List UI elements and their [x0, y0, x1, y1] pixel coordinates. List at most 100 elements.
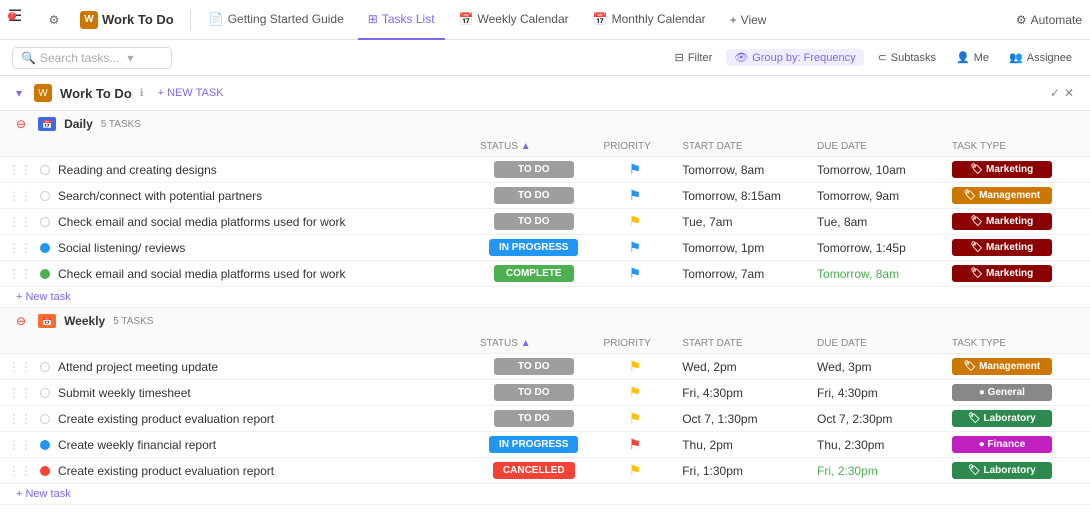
table-row[interactable]: ⋮⋮ Reading and creating designs TO DO ⚑ … [0, 157, 1090, 183]
table-row[interactable]: ⋮⋮ Search/connect with potential partner… [0, 183, 1090, 209]
status-cell[interactable]: TO DO [472, 406, 596, 432]
tab-getting-started[interactable]: 📄 Getting Started Guide [199, 0, 354, 40]
tab-tasks-list[interactable]: ⊞ Tasks List [358, 0, 445, 40]
workspace-title: W Work To Do [72, 11, 182, 29]
priority-cell[interactable]: ⚑ [596, 235, 675, 261]
new-task-header-button[interactable]: + NEW TASK [152, 85, 230, 101]
priority-cell[interactable]: ⚑ [596, 261, 675, 287]
table-row[interactable]: ⋮⋮ Create existing product evaluation re… [0, 406, 1090, 432]
task-cell: ⋮⋮ Submit weekly timesheet [0, 380, 472, 406]
priority-cell[interactable]: ⚑ [596, 183, 675, 209]
table-row[interactable]: ⋮⋮ Social listening/ reviews IN PROGRESS… [0, 235, 1090, 261]
task-dot [40, 466, 50, 476]
weekly-label: Weekly [64, 314, 105, 328]
new-task-row-weekly[interactable]: + New task [0, 484, 1090, 505]
status-cell[interactable]: TO DO [472, 380, 596, 406]
type-badge: 🏷 Marketing [952, 265, 1052, 282]
table-row[interactable]: ⋮⋮ Check email and social media platform… [0, 209, 1090, 235]
drag-handle[interactable]: ⋮⋮ [8, 438, 32, 452]
priority-cell[interactable]: ⚑ [596, 157, 675, 183]
type-cell[interactable]: 🏷 Management [944, 183, 1090, 209]
type-cell[interactable]: 🏷 Marketing [944, 261, 1090, 287]
priority-cell[interactable]: ⚑ [596, 458, 675, 484]
drag-handle[interactable]: ⋮⋮ [8, 241, 32, 255]
type-cell[interactable]: 🏷 Marketing [944, 209, 1090, 235]
priority-flag: ⚑ [629, 410, 642, 426]
type-cell[interactable]: 🏷 Laboratory [944, 406, 1090, 432]
settings-button[interactable]: ⚙ [40, 6, 68, 34]
table-row[interactable]: ⋮⋮ Create existing product evaluation re… [0, 458, 1090, 484]
type-cell[interactable]: ● Finance [944, 432, 1090, 458]
group-by-button[interactable]: 👁 Group by: Frequency [726, 49, 863, 66]
priority-cell[interactable]: ⚑ [596, 406, 675, 432]
status-cell[interactable]: TO DO [472, 354, 596, 380]
type-cell[interactable]: 🏷 Marketing [944, 235, 1090, 261]
type-badge: 🏷 Management [952, 187, 1052, 204]
tab-weekly-calendar[interactable]: 📅 Weekly Calendar [449, 0, 579, 40]
priority-cell[interactable]: ⚑ [596, 432, 675, 458]
drag-handle[interactable]: ⋮⋮ [8, 189, 32, 203]
priority-cell[interactable]: ⚑ [596, 354, 675, 380]
type-cell[interactable]: 🏷 Marketing [944, 157, 1090, 183]
task-cell: ⋮⋮ Search/connect with potential partner… [0, 183, 472, 209]
status-sort-icon[interactable]: ▲ [521, 338, 531, 349]
new-task-button[interactable]: + New task [16, 291, 71, 303]
add-view-button[interactable]: + View [720, 13, 777, 27]
due-date-cell: Thu, 2:30pm [809, 432, 944, 458]
status-cell[interactable]: CANCELLED [472, 458, 596, 484]
status-badge: TO DO [494, 187, 574, 204]
daily-collapse-icon[interactable]: ⊖ [16, 117, 26, 131]
type-cell[interactable]: 🏷 Laboratory [944, 458, 1090, 484]
task-cell: ⋮⋮ Check email and social media platform… [0, 261, 472, 287]
me-button[interactable]: 👤 Me [950, 49, 995, 66]
task-dot [40, 191, 50, 201]
tab-monthly-calendar[interactable]: 📅 Monthly Calendar [583, 0, 716, 40]
table-row[interactable]: ⋮⋮ Create weekly financial report IN PRO… [0, 432, 1090, 458]
status-badge: TO DO [494, 384, 574, 401]
start-date-cell: Tomorrow, 8:15am [674, 183, 809, 209]
calendar-monthly-icon: 📅 [593, 12, 608, 26]
collapse-work-icon[interactable]: ▾ [16, 86, 22, 100]
task-cell: ⋮⋮ Check email and social media platform… [0, 209, 472, 235]
type-badge: 🏷 Marketing [952, 161, 1052, 178]
status-cell[interactable]: IN PROGRESS [472, 432, 596, 458]
drag-handle[interactable]: ⋮⋮ [8, 464, 32, 478]
weekly-collapse-icon[interactable]: ⊖ [16, 314, 26, 328]
type-cell[interactable]: ● General [944, 380, 1090, 406]
priority-cell[interactable]: ⚑ [596, 209, 675, 235]
status-cell[interactable]: TO DO [472, 157, 596, 183]
table-row[interactable]: ⋮⋮ Check email and social media platform… [0, 261, 1090, 287]
table-row[interactable]: ⋮⋮ Attend project meeting update TO DO ⚑… [0, 354, 1090, 380]
new-task-button-weekly[interactable]: + New task [16, 488, 71, 500]
status-cell[interactable]: IN PROGRESS [472, 235, 596, 261]
priority-cell[interactable]: ⚑ [596, 380, 675, 406]
menu-button[interactable]: ☰ ! [8, 6, 36, 34]
filter-button[interactable]: ⊟ Filter [669, 49, 719, 66]
check-area: ✓ ✕ [1050, 86, 1074, 100]
automate-button[interactable]: ⚙ Automate [1016, 13, 1082, 27]
drag-handle[interactable]: ⋮⋮ [8, 360, 32, 374]
type-cell[interactable]: 🏷 Management [944, 354, 1090, 380]
status-cell[interactable]: TO DO [472, 183, 596, 209]
assignee-button[interactable]: 👥 Assignee [1003, 49, 1078, 66]
start-date-cell: Tue, 7am [674, 209, 809, 235]
new-task-row[interactable]: + New task [0, 287, 1090, 308]
status-sort-icon[interactable]: ▲ [521, 141, 531, 152]
daily-task-count: 5 TASKS [101, 119, 141, 130]
status-cell[interactable]: COMPLETE [472, 261, 596, 287]
drag-handle[interactable]: ⋮⋮ [8, 412, 32, 426]
status-cell[interactable]: TO DO [472, 209, 596, 235]
table-row[interactable]: ⋮⋮ Submit weekly timesheet TO DO ⚑ Fri, … [0, 380, 1090, 406]
search-box[interactable]: 🔍 Search tasks... ▾ [12, 47, 172, 69]
type-badge: ● General [952, 384, 1052, 401]
priority-flag: ⚑ [629, 462, 642, 478]
check-icon: ✓ [1050, 86, 1060, 100]
drag-handle[interactable]: ⋮⋮ [8, 267, 32, 281]
task-cell: ⋮⋮ Create existing product evaluation re… [0, 458, 472, 484]
type-badge: 🏷 Laboratory [952, 410, 1052, 427]
task-dot [40, 165, 50, 175]
drag-handle[interactable]: ⋮⋮ [8, 163, 32, 177]
drag-handle[interactable]: ⋮⋮ [8, 386, 32, 400]
drag-handle[interactable]: ⋮⋮ [8, 215, 32, 229]
subtasks-button[interactable]: ⊂ Subtasks [872, 49, 942, 66]
